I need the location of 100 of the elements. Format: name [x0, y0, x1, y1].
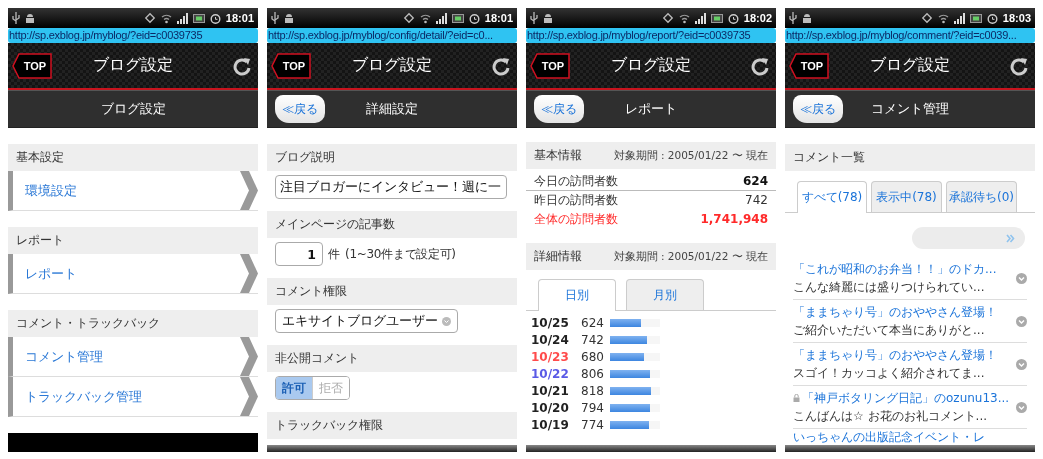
comment-item[interactable]: 「神戸ボタリング日記」のozunu13... こんばんは☆ お花のお礼コメント... — [793, 386, 1027, 429]
page-title: コメント管理 — [871, 100, 949, 118]
battery-icon — [451, 13, 464, 23]
stat-value: 624 — [742, 174, 768, 188]
battery-icon — [192, 13, 205, 23]
url-bar: http://sp.exblog.jp/myblog/report/?eid=c0039735 — [526, 28, 776, 43]
reload-icon[interactable] — [491, 55, 511, 76]
comment-title: 「ままちゃり号」のおややさん登場！ — [793, 346, 997, 364]
top-button[interactable]: TOP — [530, 52, 570, 79]
android-icon — [25, 12, 35, 24]
back-button[interactable]: ≪戻る — [534, 95, 584, 123]
select-field[interactable]: エキサイトブログユーザー — [275, 309, 458, 333]
toggle-option[interactable]: 許可 — [276, 377, 312, 399]
section-title: 基本設定 — [16, 149, 64, 166]
period-text: 対象期間 : 2005/01/22 〜 現在 — [613, 249, 768, 264]
section-title: コメント権限 — [275, 283, 347, 300]
android-icon — [284, 12, 294, 24]
menu-item[interactable]: レポート — [8, 254, 258, 294]
date-label: 10/23 — [531, 349, 570, 364]
dropdown-icon — [442, 316, 451, 326]
rotation-icon — [661, 12, 674, 24]
top-button[interactable]: TOP — [12, 52, 52, 79]
status-time: 18:01 — [225, 12, 254, 24]
comment-snippet: こんな綺麗には盛りつけられてい... — [793, 278, 986, 296]
reload-icon[interactable] — [750, 55, 770, 76]
comment-snippet: スゴイ！カッコよく紹介されてま... — [793, 364, 986, 382]
comment-title: いっちゃんの出版記念イベント・レ — [793, 429, 985, 445]
circle-chevron-icon[interactable] — [1016, 358, 1027, 370]
section-title: ブログ説明 — [275, 149, 335, 166]
wifi-icon — [419, 12, 431, 24]
comment-snippet: ご紹介いただいて本当にありがと... — [793, 321, 986, 339]
circle-chevron-icon[interactable] — [1016, 272, 1027, 284]
battery-icon — [969, 13, 982, 23]
comment-title: 「神戸ボタリング日記」のozunu13... — [802, 389, 1010, 407]
date-label: 10/22 — [531, 366, 570, 381]
comment-item[interactable]: 「ままちゃり号」のおややさん登場！ ご紹介いただいて本当にありがと... — [793, 300, 1027, 343]
date-label: 10/25 — [531, 315, 570, 330]
usb-icon — [789, 12, 797, 24]
app-title: ブログ設定 — [93, 55, 173, 76]
stat-label: 全体の訪問者数 — [534, 210, 618, 228]
top-button[interactable]: TOP — [789, 52, 829, 79]
stat-label: 昨日の訪問者数 — [534, 191, 618, 209]
back-button[interactable]: ≪戻る — [793, 95, 843, 123]
date-label: 10/24 — [531, 332, 570, 347]
alarm-icon — [468, 12, 480, 24]
visit-count: 742 — [581, 332, 605, 347]
date-label: 10/19 — [531, 417, 570, 432]
date-label: 10/21 — [531, 383, 570, 398]
search-field[interactable] — [912, 227, 1025, 249]
double-chevron-icon — [1006, 233, 1015, 243]
stat-value: 1,741,948 — [700, 212, 768, 226]
period-text: 対象期間 : 2005/01/22 〜 現在 — [613, 148, 768, 163]
stat-value: 742 — [745, 193, 768, 207]
section-title: 基本情報 — [534, 147, 582, 164]
status-time: 18:02 — [743, 12, 772, 24]
top-button[interactable]: TOP — [271, 52, 311, 79]
rotation-icon — [402, 12, 415, 24]
menu-item[interactable]: コメント管理 — [8, 337, 258, 377]
circle-chevron-icon[interactable] — [1016, 401, 1027, 413]
status-time: 18:01 — [484, 12, 513, 24]
tab[interactable]: 表示中(78) — [871, 181, 942, 212]
unit-label: 件 — [328, 245, 340, 263]
reload-icon[interactable] — [232, 55, 252, 76]
visit-count: 774 — [581, 417, 605, 432]
section-title: コメント・トラックバック — [16, 315, 160, 332]
text-field[interactable]: 注目ブロガーにインタビュー！週に一 — [275, 175, 507, 199]
tab[interactable]: 日別 — [538, 279, 616, 311]
alarm-icon — [209, 12, 221, 24]
page-title: 詳細設定 — [366, 100, 418, 118]
hint-text: (1~30件まで設定可) — [345, 245, 456, 263]
section-title: レポート — [16, 232, 64, 249]
app-title: ブログ設定 — [611, 55, 691, 76]
usb-icon — [12, 12, 20, 24]
section-title: コメント一覧 — [793, 149, 865, 166]
number-field[interactable]: 1 — [275, 242, 323, 266]
page-title: ブログ設定 — [100, 100, 166, 118]
menu-item[interactable]: 環境設定 — [8, 171, 258, 211]
tab[interactable]: 承認待ち(0) — [946, 181, 1017, 212]
visit-count: 680 — [581, 349, 605, 364]
visit-count: 794 — [581, 400, 605, 415]
alarm-icon — [986, 12, 998, 24]
comment-item[interactable]: 「ままちゃり号」のおややさん登場！ スゴイ！カッコよく紹介されてま... — [793, 343, 1027, 386]
tab[interactable]: 月別 — [626, 279, 704, 310]
app-title: ブログ設定 — [870, 55, 950, 76]
back-button[interactable]: ≪戻る — [275, 95, 325, 123]
section-title: トラックバック権限 — [275, 417, 383, 434]
wifi-icon — [937, 12, 949, 24]
status-time: 18:03 — [1002, 12, 1031, 24]
url-bar: http://sp.exblog.jp/myblog/comment/?eid=c0039... — [785, 28, 1035, 43]
usb-icon — [271, 12, 279, 24]
comment-item[interactable]: いっちゃんの出版記念イベント・レ — [793, 429, 1027, 445]
visit-count: 818 — [581, 383, 605, 398]
menu-item[interactable]: トラックバック管理 — [8, 377, 258, 417]
android-icon — [543, 12, 553, 24]
comment-item[interactable]: 「これが昭和のお弁当！！」のドカ... こんな綺麗には盛りつけられてい... — [793, 257, 1027, 300]
tab[interactable]: すべて(78) — [797, 181, 867, 213]
date-label: 10/20 — [531, 400, 570, 415]
circle-chevron-icon[interactable] — [1016, 315, 1027, 327]
reload-icon[interactable] — [1009, 55, 1029, 76]
rotation-icon — [143, 12, 156, 24]
